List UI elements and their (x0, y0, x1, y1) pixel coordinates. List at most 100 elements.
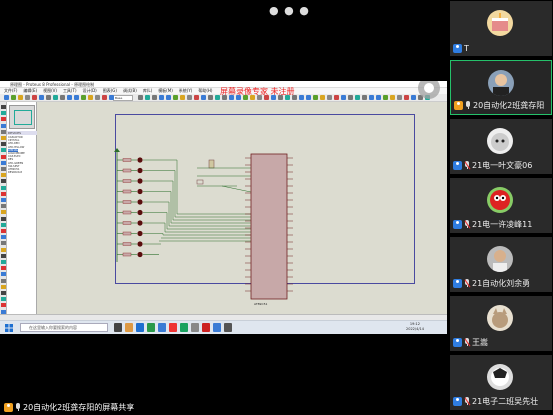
taskbar-search-input[interactable]: 在这里输入你要搜索的内容 (20, 323, 108, 332)
taskbar-app-icon[interactable] (169, 323, 177, 332)
toolbar-tool-icon[interactable] (327, 95, 332, 100)
mode-tool-icon[interactable] (1, 123, 6, 128)
mode-tool-icon[interactable] (1, 266, 6, 271)
participant-tile[interactable]: 21自动化刘余勇 (450, 237, 552, 292)
toolbar-tool-icon[interactable] (88, 95, 93, 100)
toolbar-tool-icon[interactable] (46, 95, 51, 100)
toolbar-tool-icon[interactable] (187, 95, 192, 100)
toolbar-tool-icon[interactable] (348, 95, 353, 100)
taskbar-app-icon[interactable] (125, 323, 133, 332)
toolbar-tool-icon[interactable] (25, 95, 30, 100)
schematic-canvas[interactable]: AT89C51 (37, 102, 447, 320)
mode-tool-icon[interactable] (1, 278, 6, 283)
menu-item[interactable]: 库(L) (143, 88, 152, 93)
menu-item[interactable]: 编辑(E) (23, 88, 37, 93)
taskbar-app-icon[interactable] (213, 323, 221, 332)
menu-item[interactable]: 模板(M) (158, 88, 173, 93)
menu-item[interactable]: 帮助(H) (198, 88, 212, 93)
menu-item[interactable]: 调试(B) (123, 88, 137, 93)
toolbar-tool-icon[interactable] (397, 95, 402, 100)
toolbar-tool-icon[interactable] (81, 95, 86, 100)
toolbar-tool-icon[interactable] (180, 95, 185, 100)
toolbar-tool-icon[interactable] (341, 95, 346, 100)
taskbar-app-icon[interactable] (191, 323, 199, 332)
toolbar-tool-icon[interactable] (109, 95, 114, 100)
mode-tool-icon[interactable] (1, 253, 6, 258)
toolbar-tool-icon[interactable] (67, 95, 72, 100)
toolbar-tool-icon[interactable] (411, 95, 416, 100)
toolbar-tool-icon[interactable] (390, 95, 395, 100)
mode-tool-icon[interactable] (1, 185, 6, 190)
taskbar-app-icon[interactable] (202, 323, 210, 332)
mode-tool-icon[interactable] (1, 204, 6, 209)
taskbar-app-icon[interactable] (114, 323, 122, 332)
menu-item[interactable]: 系统(Y) (179, 88, 193, 93)
toolbar-tool-icon[interactable] (355, 95, 360, 100)
menu-item[interactable]: 文件(F) (4, 88, 17, 93)
toolbar-tool-icon[interactable] (173, 95, 178, 100)
mode-tool-icon[interactable] (1, 235, 6, 240)
toolbar-tool-icon[interactable] (4, 95, 9, 100)
toolbar-tool-icon[interactable] (383, 95, 388, 100)
mode-tool-icon[interactable] (1, 229, 6, 233)
toolbar-tool-icon[interactable] (194, 95, 199, 100)
mode-tool-icon[interactable] (1, 111, 6, 116)
mode-tool-icon[interactable] (1, 297, 6, 302)
mode-tool-icon[interactable] (1, 191, 6, 196)
mode-tool-icon[interactable] (1, 179, 6, 184)
mode-tool-icon[interactable] (1, 222, 6, 227)
mode-tool-icon[interactable] (1, 309, 6, 314)
design-dropdown[interactable]: Base Design (113, 95, 133, 105)
mode-tool-icon[interactable] (1, 303, 6, 308)
toolbar-tool-icon[interactable] (320, 95, 325, 100)
toolbar-tool-icon[interactable] (201, 95, 206, 100)
participant-tile[interactable]: 21电一许凌峰11 (450, 178, 552, 233)
mode-tool-icon[interactable] (1, 241, 6, 246)
device-item[interactable]: RESPACK-8 (8, 171, 22, 174)
toolbar-tool-icon[interactable] (208, 95, 213, 100)
mode-tool-icon[interactable] (1, 284, 6, 289)
participant-tile[interactable]: 王嵩 (450, 296, 552, 351)
toolbar-tool-icon[interactable] (299, 95, 304, 100)
toolbar-tool-icon[interactable] (362, 95, 367, 100)
mode-tool-icon[interactable] (1, 154, 6, 159)
toolbar-tool-icon[interactable] (74, 95, 79, 100)
mode-tool-icon[interactable] (1, 117, 6, 122)
windows-start-icon[interactable] (5, 324, 13, 332)
toolbar-tool-icon[interactable] (334, 95, 339, 100)
toolbar-tool-icon[interactable] (18, 95, 23, 100)
mode-tool-icon[interactable] (1, 216, 6, 221)
participant-tile[interactable]: T (450, 1, 552, 56)
mode-tool-icon[interactable] (1, 160, 6, 165)
mode-tool-icon[interactable] (1, 167, 6, 171)
toolbar-tool-icon[interactable] (11, 95, 16, 100)
toolbar-tool-icon[interactable] (306, 95, 311, 100)
toolbar-tool-icon[interactable] (138, 95, 143, 100)
taskbar-app-icon[interactable] (158, 323, 166, 332)
toolbar-tool-icon[interactable] (404, 95, 409, 100)
mode-tool-icon[interactable] (1, 142, 6, 147)
mode-tool-icon[interactable] (1, 247, 6, 252)
menu-item[interactable]: 设计(D) (83, 88, 97, 93)
more-options-icon[interactable]: ● ● ● (269, 4, 310, 17)
toolbar-tool-icon[interactable] (95, 95, 100, 100)
participant-tile[interactable]: 21电一叶文豪06 (450, 119, 552, 174)
menu-item[interactable]: 视图(V) (43, 88, 57, 93)
mode-tool-icon[interactable] (1, 105, 6, 109)
mode-tool-icon[interactable] (1, 129, 6, 134)
toolbar-tool-icon[interactable] (53, 95, 58, 100)
taskbar-app-icon[interactable] (180, 323, 188, 332)
toolbar-tool-icon[interactable] (39, 95, 44, 100)
toolbar-tool-icon[interactable] (159, 95, 164, 100)
toolbar-tool-icon[interactable] (376, 95, 381, 100)
mode-tool-icon[interactable] (1, 272, 6, 277)
taskbar-app-icon[interactable] (147, 323, 155, 332)
toolbar-tool-icon[interactable] (145, 95, 150, 100)
toolbar-tool-icon[interactable] (369, 95, 374, 100)
taskbar-app-icon[interactable] (224, 323, 232, 332)
toolbar-tool-icon[interactable] (60, 95, 65, 100)
mode-tool-icon[interactable] (1, 173, 6, 178)
participant-tile[interactable]: 21电子二班吴先壮 (450, 355, 552, 410)
overview-thumbnail[interactable] (9, 105, 35, 129)
taskbar-app-icon[interactable] (136, 323, 144, 332)
